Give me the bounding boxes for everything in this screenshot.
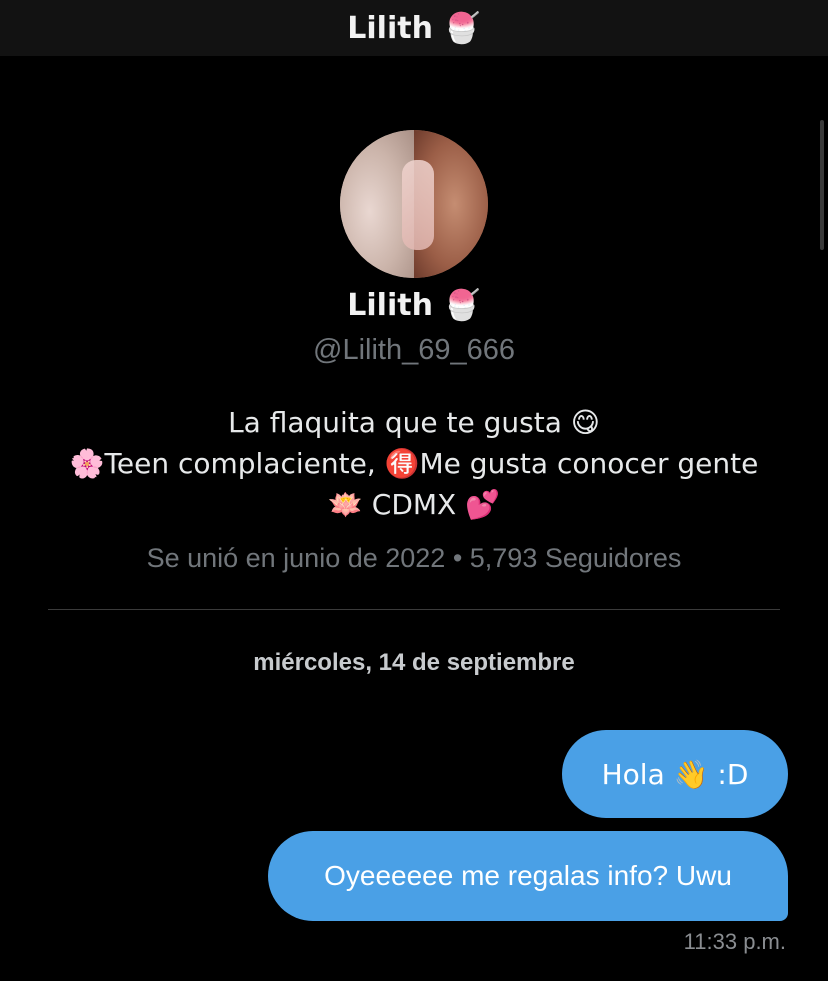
header-title[interactable]: Lilith 🍧	[347, 11, 480, 46]
profile-handle[interactable]: @Lilith_69_666	[0, 334, 828, 367]
message-timestamp: 11:33 p.m.	[683, 929, 786, 954]
message-bubble[interactable]: Hola 👋 :D	[562, 730, 788, 818]
divider	[48, 609, 780, 610]
conversation-header: Lilith 🍧	[0, 0, 828, 56]
date-separator: miércoles, 14 de septiembre	[253, 649, 575, 676]
avatar-photo-detail	[402, 160, 434, 250]
profile-meta: Se unió en junio de 2022 • 5,793 Seguido…	[146, 543, 682, 573]
profile-bio: La flaquita que te gusta 😋 🌸Teen complac…	[0, 402, 828, 525]
dm-conversation-screen: Lilith 🍧 Lilith 🍧 @Lilith_69_666 La flaq…	[0, 0, 828, 981]
bio-line: La flaquita que te gusta 😋	[228, 406, 600, 439]
message-bubble[interactable]: Oyeeeeee me regalas info? Uwu	[268, 831, 788, 921]
bio-line: 🪷 CDMX 💕	[328, 488, 500, 521]
profile-avatar[interactable]	[340, 130, 488, 278]
scrollbar[interactable]	[820, 120, 824, 250]
profile-name[interactable]: Lilith 🍧	[0, 288, 828, 323]
bio-line: 🌸Teen complaciente, 🉐Me gusta conocer ge…	[69, 447, 759, 480]
